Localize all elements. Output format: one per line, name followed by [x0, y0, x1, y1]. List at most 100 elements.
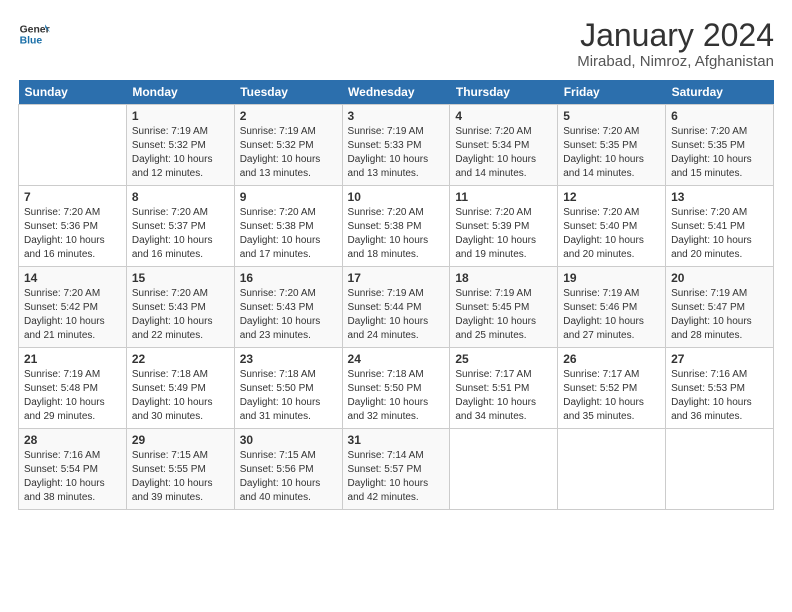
day-number: 20 [671, 271, 768, 285]
calendar-cell: 23 Sunrise: 7:18 AM Sunset: 5:50 PM Dayli… [234, 348, 342, 429]
day-info: Sunrise: 7:20 AM Sunset: 5:39 PM Dayligh… [455, 206, 552, 262]
week-row-4: 28 Sunrise: 7:16 AM Sunset: 5:54 PM Dayli… [19, 429, 774, 510]
calendar-cell: 1Sunrise: 7:19 AM Sunset: 5:32 PM Daylig… [126, 105, 234, 186]
day-info: Sunrise: 7:20 AM Sunset: 5:43 PM Dayligh… [240, 287, 337, 343]
calendar-cell: 15 Sunrise: 7:20 AM Sunset: 5:43 PM Dayli… [126, 267, 234, 348]
calendar-cell [666, 429, 774, 510]
day-info: Sunrise: 7:17 AM Sunset: 5:51 PM Dayligh… [455, 368, 552, 424]
page: General Blue January 2024 Mirabad, Nimro… [0, 0, 792, 520]
day-info: Sunrise: 7:19 AM Sunset: 5:33 PM Dayligh… [348, 125, 445, 181]
day-info: Sunrise: 7:20 AM Sunset: 5:37 PM Dayligh… [132, 206, 229, 262]
calendar-cell: 20Sunrise: 7:19 AM Sunset: 5:47 PM Dayli… [666, 267, 774, 348]
day-info: Sunrise: 7:20 AM Sunset: 5:35 PM Dayligh… [671, 125, 768, 181]
day-info: Sunrise: 7:20 AM Sunset: 5:36 PM Dayligh… [24, 206, 121, 262]
calendar-cell: 10 Sunrise: 7:20 AM Sunset: 5:38 PM Dayli… [342, 186, 450, 267]
day-info: Sunrise: 7:20 AM Sunset: 5:34 PM Dayligh… [455, 125, 552, 181]
day-number: 3 [348, 109, 445, 123]
day-info: Sunrise: 7:19 AM Sunset: 5:32 PM Dayligh… [132, 125, 229, 181]
main-title: January 2024 [577, 18, 774, 53]
day-number: 19 [563, 271, 660, 285]
calendar-cell: 24Sunrise: 7:18 AM Sunset: 5:50 PM Dayli… [342, 348, 450, 429]
week-row-0: 1Sunrise: 7:19 AM Sunset: 5:32 PM Daylig… [19, 105, 774, 186]
col-header-sunday: Sunday [19, 80, 127, 105]
calendar-cell [450, 429, 558, 510]
week-row-2: 14 Sunrise: 7:20 AM Sunset: 5:42 PM Dayli… [19, 267, 774, 348]
day-number: 16 [240, 271, 337, 285]
day-number: 15 [132, 271, 229, 285]
day-info: Sunrise: 7:16 AM Sunset: 5:53 PM Dayligh… [671, 368, 768, 424]
day-info: Sunrise: 7:19 AM Sunset: 5:44 PM Dayligh… [348, 287, 445, 343]
calendar-cell: 27 Sunrise: 7:16 AM Sunset: 5:53 PM Dayli… [666, 348, 774, 429]
calendar-cell: 30Sunrise: 7:15 AM Sunset: 5:56 PM Dayli… [234, 429, 342, 510]
calendar-cell: 31 Sunrise: 7:14 AM Sunset: 5:57 PM Dayli… [342, 429, 450, 510]
header-row: SundayMondayTuesdayWednesdayThursdayFrid… [19, 80, 774, 105]
logo: General Blue [18, 18, 50, 50]
day-number: 23 [240, 352, 337, 366]
day-number: 9 [240, 190, 337, 204]
calendar-cell: 13 Sunrise: 7:20 AM Sunset: 5:41 PM Dayli… [666, 186, 774, 267]
day-number: 18 [455, 271, 552, 285]
day-number: 10 [348, 190, 445, 204]
day-info: Sunrise: 7:16 AM Sunset: 5:54 PM Dayligh… [24, 449, 121, 505]
calendar-cell: 4Sunrise: 7:20 AM Sunset: 5:34 PM Daylig… [450, 105, 558, 186]
calendar-cell: 22 Sunrise: 7:18 AM Sunset: 5:49 PM Dayli… [126, 348, 234, 429]
day-number: 6 [671, 109, 768, 123]
day-info: Sunrise: 7:15 AM Sunset: 5:55 PM Dayligh… [132, 449, 229, 505]
day-info: Sunrise: 7:19 AM Sunset: 5:48 PM Dayligh… [24, 368, 121, 424]
day-info: Sunrise: 7:18 AM Sunset: 5:50 PM Dayligh… [348, 368, 445, 424]
day-number: 7 [24, 190, 121, 204]
day-info: Sunrise: 7:20 AM Sunset: 5:41 PM Dayligh… [671, 206, 768, 262]
day-info: Sunrise: 7:19 AM Sunset: 5:32 PM Dayligh… [240, 125, 337, 181]
calendar-cell: 5Sunrise: 7:20 AM Sunset: 5:35 PM Daylig… [558, 105, 666, 186]
calendar-cell: 3 Sunrise: 7:19 AM Sunset: 5:33 PM Daylig… [342, 105, 450, 186]
day-number: 22 [132, 352, 229, 366]
day-number: 21 [24, 352, 121, 366]
day-number: 25 [455, 352, 552, 366]
day-info: Sunrise: 7:15 AM Sunset: 5:56 PM Dayligh… [240, 449, 337, 505]
week-row-3: 21 Sunrise: 7:19 AM Sunset: 5:48 PM Dayli… [19, 348, 774, 429]
day-number: 13 [671, 190, 768, 204]
calendar-cell: 12Sunrise: 7:20 AM Sunset: 5:40 PM Dayli… [558, 186, 666, 267]
day-number: 14 [24, 271, 121, 285]
day-info: Sunrise: 7:14 AM Sunset: 5:57 PM Dayligh… [348, 449, 445, 505]
day-info: Sunrise: 7:18 AM Sunset: 5:49 PM Dayligh… [132, 368, 229, 424]
calendar-cell: 8 Sunrise: 7:20 AM Sunset: 5:37 PM Daylig… [126, 186, 234, 267]
calendar-cell: 25 Sunrise: 7:17 AM Sunset: 5:51 PM Dayli… [450, 348, 558, 429]
col-header-wednesday: Wednesday [342, 80, 450, 105]
day-info: Sunrise: 7:20 AM Sunset: 5:43 PM Dayligh… [132, 287, 229, 343]
day-info: Sunrise: 7:19 AM Sunset: 5:45 PM Dayligh… [455, 287, 552, 343]
svg-text:Blue: Blue [20, 36, 43, 47]
calendar-cell [19, 105, 127, 186]
calendar-cell: 9 Sunrise: 7:20 AM Sunset: 5:38 PM Daylig… [234, 186, 342, 267]
logo-icon: General Blue [18, 18, 50, 50]
calendar-cell: 19 Sunrise: 7:19 AM Sunset: 5:46 PM Dayli… [558, 267, 666, 348]
calendar-cell: 16 Sunrise: 7:20 AM Sunset: 5:43 PM Dayli… [234, 267, 342, 348]
day-number: 27 [671, 352, 768, 366]
day-number: 28 [24, 433, 121, 447]
day-info: Sunrise: 7:19 AM Sunset: 5:46 PM Dayligh… [563, 287, 660, 343]
header: General Blue January 2024 Mirabad, Nimro… [18, 18, 774, 70]
subtitle: Mirabad, Nimroz, Afghanistan [577, 53, 774, 70]
calendar-cell: 26Sunrise: 7:17 AM Sunset: 5:52 PM Dayli… [558, 348, 666, 429]
calendar-cell: 14 Sunrise: 7:20 AM Sunset: 5:42 PM Dayli… [19, 267, 127, 348]
day-info: Sunrise: 7:20 AM Sunset: 5:35 PM Dayligh… [563, 125, 660, 181]
day-number: 11 [455, 190, 552, 204]
col-header-thursday: Thursday [450, 80, 558, 105]
calendar-cell: 11 Sunrise: 7:20 AM Sunset: 5:39 PM Dayli… [450, 186, 558, 267]
calendar-cell: 29 Sunrise: 7:15 AM Sunset: 5:55 PM Dayli… [126, 429, 234, 510]
calendar-cell: 18 Sunrise: 7:19 AM Sunset: 5:45 PM Dayli… [450, 267, 558, 348]
day-info: Sunrise: 7:20 AM Sunset: 5:38 PM Dayligh… [240, 206, 337, 262]
title-block: January 2024 Mirabad, Nimroz, Afghanista… [577, 18, 774, 70]
day-info: Sunrise: 7:20 AM Sunset: 5:42 PM Dayligh… [24, 287, 121, 343]
day-info: Sunrise: 7:20 AM Sunset: 5:38 PM Dayligh… [348, 206, 445, 262]
calendar-cell: 2Sunrise: 7:19 AM Sunset: 5:32 PM Daylig… [234, 105, 342, 186]
day-number: 17 [348, 271, 445, 285]
day-info: Sunrise: 7:17 AM Sunset: 5:52 PM Dayligh… [563, 368, 660, 424]
day-number: 31 [348, 433, 445, 447]
day-number: 8 [132, 190, 229, 204]
week-row-1: 7 Sunrise: 7:20 AM Sunset: 5:36 PM Daylig… [19, 186, 774, 267]
day-number: 29 [132, 433, 229, 447]
day-info: Sunrise: 7:18 AM Sunset: 5:50 PM Dayligh… [240, 368, 337, 424]
calendar-cell: 7 Sunrise: 7:20 AM Sunset: 5:36 PM Daylig… [19, 186, 127, 267]
calendar-table: SundayMondayTuesdayWednesdayThursdayFrid… [18, 80, 774, 510]
